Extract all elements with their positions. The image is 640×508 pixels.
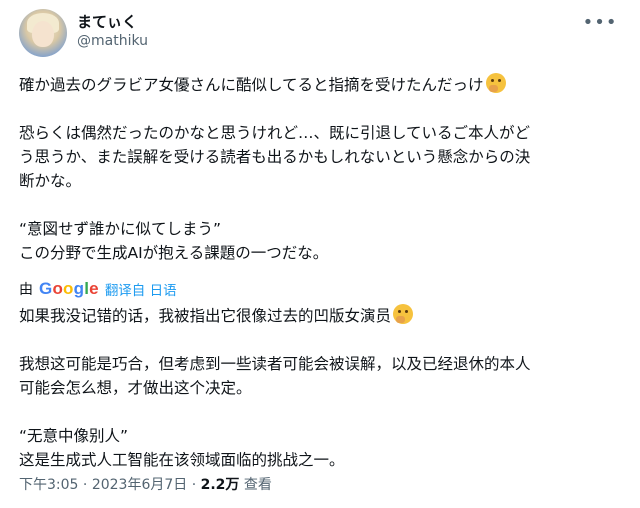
translated-by-label: 由: [19, 282, 33, 298]
tweet-time[interactable]: 下午3:05: [19, 477, 78, 493]
tweet-translated-text: 如果我没记错的话，我被指出它很像过去的凹版女演员 我想这可能是巧合，但考虑到一些…: [19, 304, 619, 472]
tweet-original-text: 確か過去のグラビア女優さんに酷似してると指摘を受けたんだっけ 恐らくは偶然だった…: [19, 73, 619, 265]
thinking-face-emoji-icon: [393, 304, 414, 324]
translation-line-1: 如果我没记错的话，我被指出它很像过去的凹版女演员: [19, 304, 619, 328]
author-handle[interactable]: @mathiku: [77, 33, 148, 49]
original-line-2b: う思うか、また誤解を受ける読者も出るかもしれないという懸念からの決: [19, 148, 531, 166]
tweet-date[interactable]: 2023年6月7日: [92, 477, 187, 493]
original-line-3b: この分野で生成AIが抱える課題の一つだな。: [19, 244, 329, 262]
translation-line-2a: 我想这可能是巧合，但考虑到一些读者可能会被误解，以及已经退休的本人: [19, 355, 531, 373]
google-logo-icon: Google: [39, 279, 99, 298]
translate-source-link[interactable]: 翻译自 日语: [105, 279, 177, 299]
original-line-1: 確か過去のグラビア女優さんに酷似してると指摘を受けたんだっけ: [19, 73, 619, 97]
tweet-card: まてぃく @mathiku ••• 確か過去のグラビア女優さんに酷似してると指摘…: [0, 0, 640, 508]
avatar-face: [32, 21, 54, 47]
views-label: 查看: [239, 477, 272, 493]
original-line-2a: 恐らくは偶然だったのかなと思うけれど…、既に引退しているご本人がど: [19, 124, 531, 142]
meta-separator: ·: [78, 477, 92, 493]
avatar[interactable]: [19, 9, 67, 57]
original-line-3a: “意図せず誰かに似てしまう”: [19, 220, 222, 238]
author-name[interactable]: まてぃく: [77, 11, 137, 32]
thinking-face-emoji-icon: [485, 73, 506, 93]
translation-line-3b: 这是生成式人工智能在该领域面临的挑战之一。: [19, 451, 345, 469]
meta-separator: ·: [187, 477, 201, 493]
views-count: 2.2万: [200, 477, 240, 493]
translation-line-3a: “无意中像别人”: [19, 427, 129, 445]
original-line-2c: 断かな。: [19, 172, 82, 190]
translation-line-2b: 可能会怎么想，才做出这个决定。: [19, 379, 252, 397]
more-icon[interactable]: •••: [583, 8, 617, 36]
translation-attribution: 由 Google 翻译自 日语: [19, 279, 177, 299]
tweet-meta: 下午3:05 · 2023年6月7日 · 2.2万 查看: [19, 474, 272, 494]
